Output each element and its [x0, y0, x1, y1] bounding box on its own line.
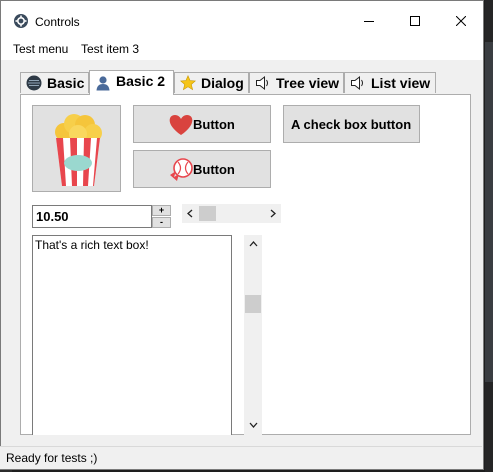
window-title: Controls	[35, 15, 80, 29]
tab-dialog[interactable]: Dialog	[174, 72, 249, 93]
heart-icon	[169, 115, 193, 135]
baseball-icon	[170, 158, 193, 181]
chevron-left-icon	[187, 209, 193, 218]
number-input[interactable]: 10.50	[32, 205, 152, 228]
tab-list-view[interactable]: List view	[344, 72, 436, 93]
tab-label: List view	[371, 75, 431, 91]
chevron-right-icon	[270, 209, 276, 218]
tab-label: Basic	[47, 75, 85, 91]
rich-text-box[interactable]: That's a rich text box!	[32, 235, 232, 435]
spin-up-button[interactable]: +	[152, 205, 171, 216]
checkbox-button-label: A check box button	[291, 117, 412, 132]
close-button[interactable]	[438, 1, 484, 41]
scroll-thumb[interactable]	[245, 295, 261, 313]
speaker-icon	[256, 75, 268, 91]
maximize-icon	[410, 16, 420, 26]
tab-basic[interactable]: Basic	[20, 72, 89, 93]
number-input-value: 10.50	[36, 209, 69, 224]
gear-icon	[14, 14, 28, 28]
chevron-up-icon	[249, 241, 258, 247]
tab-label: Basic 2	[116, 73, 166, 89]
chevron-down-icon	[249, 422, 258, 428]
spin-down-button[interactable]: -	[152, 217, 171, 228]
popcorn-image-button[interactable]	[32, 105, 121, 192]
tab-basic-2[interactable]: Basic 2	[89, 70, 174, 95]
vertical-scrollbar[interactable]	[244, 235, 262, 435]
heart-button[interactable]: Button	[133, 105, 271, 143]
status-text: Ready for tests ;)	[6, 451, 98, 465]
background-editor-right	[485, 0, 493, 472]
checkbox-button[interactable]: A check box button	[283, 105, 420, 143]
tab-tree-view[interactable]: Tree view	[249, 72, 344, 93]
menu-test-menu[interactable]: Test menu	[9, 41, 72, 60]
menu-test-item-3[interactable]: Test item 3	[77, 41, 143, 60]
rich-text-content: That's a rich text box!	[35, 238, 149, 252]
popcorn-icon	[55, 114, 102, 186]
ball-button-label: Button	[193, 162, 235, 177]
title-bar[interactable]: Controls	[1, 1, 483, 41]
number-spinner: + -	[152, 205, 171, 228]
user-icon	[96, 76, 110, 91]
speaker-icon	[351, 75, 363, 91]
minimize-button[interactable]	[346, 1, 392, 41]
horizontal-scrollbar[interactable]	[182, 204, 281, 223]
scroll-thumb[interactable]	[199, 206, 216, 221]
status-bar: Ready for tests ;)	[0, 446, 482, 469]
minimize-icon	[364, 21, 374, 22]
tab-label: Dialog	[201, 75, 244, 91]
ball-icon	[26, 75, 42, 91]
close-icon	[456, 16, 466, 26]
star-icon	[180, 75, 196, 91]
ball-button[interactable]: Button	[133, 150, 271, 188]
heart-button-label: Button	[193, 117, 235, 132]
tab-label: Tree view	[276, 75, 340, 91]
menu-bar: Test menu Test item 3	[1, 41, 483, 60]
maximize-button[interactable]	[392, 1, 438, 41]
